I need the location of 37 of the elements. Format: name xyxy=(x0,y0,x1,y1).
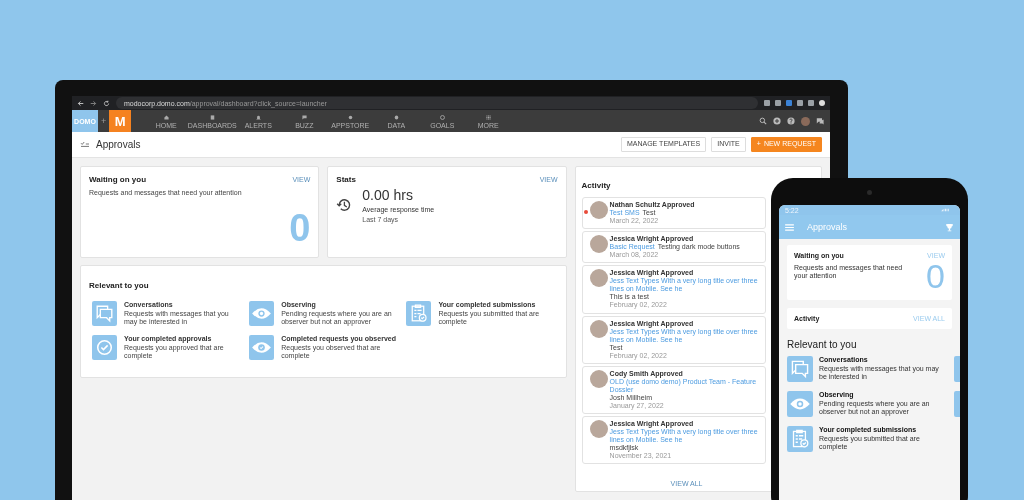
user-avatar[interactable] xyxy=(801,116,810,126)
profile-icon[interactable] xyxy=(819,100,825,107)
waiting-count: 0 xyxy=(926,259,945,293)
help-icon[interactable] xyxy=(787,117,795,126)
bell-icon xyxy=(254,113,262,121)
chat-icon[interactable] xyxy=(816,117,824,126)
card-title: Relevant to you xyxy=(89,281,149,290)
stat-value: 0.00 hrs xyxy=(362,187,414,203)
checklist-icon xyxy=(80,140,90,149)
avatar-circle xyxy=(589,235,608,254)
clipboard-icon[interactable] xyxy=(406,301,432,326)
pages-icon xyxy=(208,113,216,121)
avatar-circle xyxy=(589,269,608,288)
card-title: Stats xyxy=(336,175,356,184)
history-icon xyxy=(336,197,353,213)
plus-sign: + xyxy=(100,115,108,129)
grid-icon xyxy=(484,113,492,121)
chat-icon xyxy=(300,113,308,121)
app-title: Approvals xyxy=(807,222,848,232)
clipboard-icon[interactable] xyxy=(787,426,813,452)
waiting-count: 0 xyxy=(289,209,311,247)
eye-check-icon[interactable] xyxy=(249,334,275,360)
avatar-circle xyxy=(589,369,608,388)
avatar-circle xyxy=(589,319,608,338)
reload-icon[interactable] xyxy=(103,99,110,107)
forward-icon[interactable] xyxy=(90,99,97,107)
avatar-circle xyxy=(589,420,608,438)
home-icon xyxy=(162,113,170,121)
target-icon xyxy=(438,113,446,121)
card-title: Waiting on you xyxy=(89,175,147,184)
add-icon[interactable] xyxy=(773,117,781,126)
search-icon[interactable] xyxy=(759,117,767,126)
back-icon[interactable] xyxy=(77,99,84,107)
section-title: Relevant to you xyxy=(787,339,858,350)
card-title: Activity xyxy=(581,181,611,190)
avatar-circle xyxy=(589,201,608,219)
page-title: Approvals xyxy=(96,138,141,150)
